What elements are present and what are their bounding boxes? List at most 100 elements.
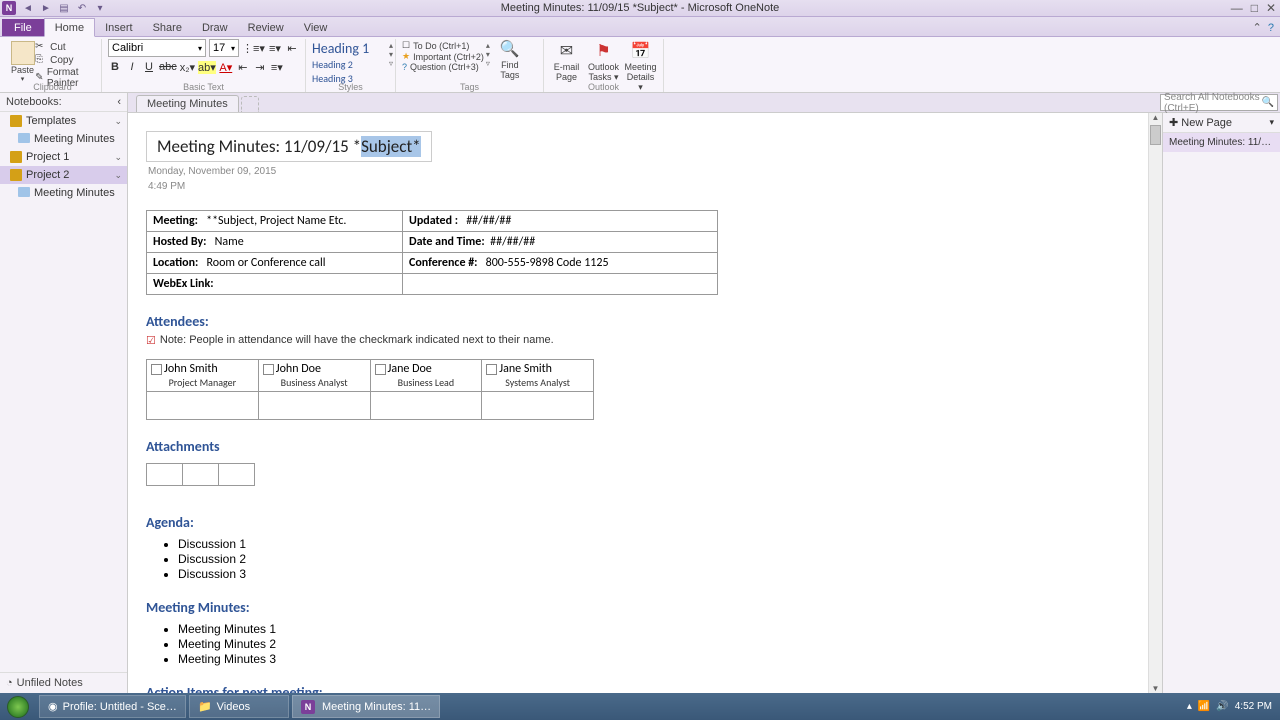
checkbox-icon[interactable] [375,364,386,375]
underline-button[interactable]: U [142,61,156,74]
styles-scroll[interactable]: ▴▾▿ [389,41,393,68]
taskbar-item[interactable]: ◉Profile: Untitled - Sce… [39,695,186,718]
notebooks-label: Notebooks: [6,96,62,108]
collapse-panel-icon[interactable]: ‹ [117,96,121,108]
maximize-button[interactable]: □ [1251,1,1258,15]
selected-text: Subject* [361,136,421,157]
tab-share[interactable]: Share [143,19,192,36]
taskbar-item[interactable]: 📁Videos [189,695,289,718]
font-size-combo[interactable]: 17▾ [209,39,239,57]
back-button[interactable]: ◄ [20,1,36,15]
taskbar: ◉Profile: Untitled - Sce… 📁Videos NMeeti… [0,693,1280,720]
app-icon: ◉ [48,700,58,713]
bold-button[interactable]: B [108,61,122,74]
page-title[interactable]: Meeting Minutes: 11/09/15 *Subject* [146,131,432,162]
list-item: Discussion 1 [178,537,1140,551]
cut-button[interactable]: ✂Cut [35,41,95,53]
start-button[interactable] [0,693,36,720]
qat-customize[interactable]: ▾ [92,1,108,15]
notebook-templates[interactable]: Templates⌄ [0,112,127,130]
list-item: Discussion 3 [178,567,1140,581]
checkbox-icon[interactable] [486,364,497,375]
unfiled-notes[interactable]: ◔Unfiled Notes [0,672,127,693]
checkbox-icon: ☐ [402,40,410,51]
font-color-button[interactable]: A▾ [219,61,233,74]
styles-gallery[interactable]: Heading 1 Heading 2 Heading 3 [312,39,389,85]
section-meeting-minutes-p2[interactable]: Meeting Minutes [0,184,127,202]
agenda-list[interactable]: Discussion 1 Discussion 2 Discussion 3 [178,537,1140,581]
chevron-down-icon[interactable]: ⌄ [114,170,122,181]
attachments-heading: Attachments [146,438,1140,455]
align-button[interactable]: ≡▾ [270,61,284,74]
volume-icon[interactable]: 🔊 [1216,701,1228,712]
qat-button[interactable]: ▤ [56,1,72,15]
tab-review[interactable]: Review [238,19,294,36]
tags-gallery[interactable]: ☐To Do (Ctrl+1) ★Important (Ctrl+2) ?Que… [402,39,484,81]
style-heading1[interactable]: Heading 1 [312,40,389,57]
flag-icon: ⚑ [587,41,620,63]
meeting-info-table[interactable]: Meeting: **Subject, Project Name Etc. Up… [146,210,718,295]
undo-button[interactable]: ↶ [74,1,90,15]
find-tags-button[interactable]: 🔍 Find Tags [492,39,528,81]
minimize-button[interactable]: — [1231,1,1243,15]
chevron-down-icon[interactable]: ⌄ [114,152,122,163]
attendees-table[interactable]: John SmithProject Manager John DoeBusine… [146,359,594,420]
style-heading2[interactable]: Heading 2 [312,58,389,71]
system-tray[interactable]: ▴ 📶 🔊 4:52 PM [1187,701,1280,712]
subscript-button[interactable]: x₂▾ [180,61,195,74]
scroll-thumb[interactable] [1150,125,1161,145]
section-meeting-minutes[interactable]: Meeting Minutes [0,130,127,148]
numbering-button[interactable]: ≡▾ [268,42,282,55]
checkbox-icon[interactable] [151,364,162,375]
ribbon-minimize-icon[interactable]: ⌃ [1253,22,1262,34]
group-basic-text-label: Basic Text [102,82,305,92]
onenote-icon: N [2,1,16,15]
page-canvas[interactable]: Meeting Minutes: 11/09/15 *Subject* Mond… [128,113,1148,693]
tab-file[interactable]: File [2,19,44,36]
notebook-project1[interactable]: Project 1⌄ [0,148,127,166]
forward-button[interactable]: ► [38,1,54,15]
checkbox-icon[interactable] [263,364,274,375]
tags-scroll[interactable]: ▴▾▿ [486,41,490,81]
notebook-project2[interactable]: Project 2⌄ [0,166,127,184]
title-bar: N ◄ ► ▤ ↶ ▾ Meeting Minutes: 11/09/15 *S… [0,0,1280,17]
tab-draw[interactable]: Draw [192,19,238,36]
section-icon [18,133,30,143]
increase-indent-button[interactable]: ⇥ [253,61,267,74]
highlight-button[interactable]: ab▾ [198,61,216,74]
italic-button[interactable]: I [125,61,139,74]
help-icon[interactable]: ? [1268,22,1274,34]
page-list-item[interactable]: Meeting Minutes: 11/09/15 *Su [1163,133,1280,152]
attendees-note: Note: People in attendance will have the… [160,334,554,346]
decrease-indent-button[interactable]: ⇤ [236,61,250,74]
chevron-down-icon[interactable]: ⌄ [114,116,122,127]
taskbar-item[interactable]: NMeeting Minutes: 11… [292,695,440,718]
copy-button[interactable]: ⎘Copy [35,54,95,66]
tray-up-icon[interactable]: ▴ [1187,701,1192,712]
scrollbar[interactable]: ▲ ▼ [1148,113,1162,693]
search-input[interactable]: Search All Notebooks (Ctrl+E)🔍 [1160,94,1278,111]
list-item: Meeting Minutes 2 [178,637,1140,651]
close-button[interactable]: ✕ [1266,1,1276,15]
font-name-combo[interactable]: Calibri▾ [108,39,206,57]
calendar-icon: 📅 [624,41,657,63]
minutes-list[interactable]: Meeting Minutes 1 Meeting Minutes 2 Meet… [178,622,1140,666]
new-page-button[interactable]: ✚ New Page▾ [1163,113,1280,133]
section-tabs: Meeting Minutes [128,93,1280,113]
clock[interactable]: 4:52 PM [1235,701,1272,712]
tab-home[interactable]: Home [44,18,95,37]
folder-icon: 📁 [198,700,212,713]
section-tab[interactable]: Meeting Minutes [136,95,239,112]
tab-view[interactable]: View [294,19,338,36]
chevron-down-icon[interactable]: ▾ [1269,117,1274,128]
attachments-table[interactable] [146,463,255,486]
add-section-button[interactable] [241,96,259,112]
copy-icon: ⎘ [35,54,47,66]
scroll-up-icon[interactable]: ▲ [1149,113,1162,122]
outdent-button[interactable]: ⇤ [285,42,299,55]
tab-insert[interactable]: Insert [95,19,143,36]
scroll-down-icon[interactable]: ▼ [1149,684,1162,693]
network-icon[interactable]: 📶 [1198,701,1210,712]
strike-button[interactable]: abc [159,61,177,74]
bullets-button[interactable]: ⋮≡▾ [242,42,265,55]
